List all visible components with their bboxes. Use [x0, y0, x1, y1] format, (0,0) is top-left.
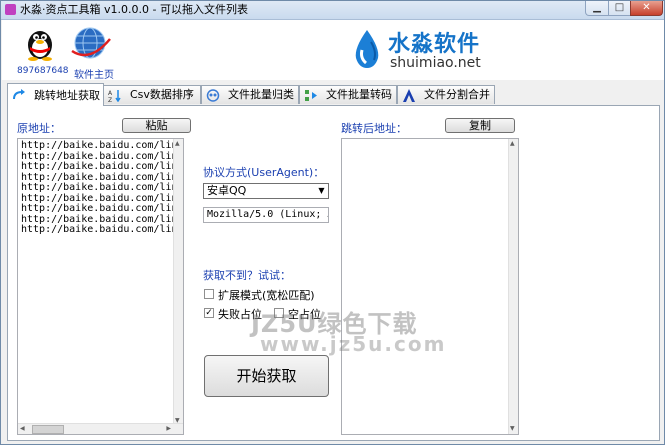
- tab-panel-redirect-fetch: 原地址： 粘贴 http://baike.baidu.com/link?u htt…: [7, 105, 660, 441]
- fail-placeholder-checkbox[interactable]: ✓: [204, 308, 214, 318]
- useragent-string-field[interactable]: Mozilla/5.0 (Linux; And: [203, 207, 329, 223]
- source-label: 原地址：: [17, 122, 61, 135]
- svg-text:A: A: [108, 90, 113, 97]
- tab-label: 文件批量归类: [228, 88, 294, 101]
- source-url-line: http://baike.baidu.com/link?u: [21, 224, 184, 235]
- source-vertical-scrollbar[interactable]: ▲ ▼: [173, 139, 183, 426]
- scroll-left-icon[interactable]: ◀: [20, 425, 25, 433]
- redirect-arrow-icon: [13, 89, 25, 100]
- scroll-up-icon[interactable]: ▲: [175, 140, 180, 148]
- tab-file-classify[interactable]: 文件批量归类: [201, 85, 299, 104]
- scroll-up-icon[interactable]: ▲: [510, 140, 515, 148]
- homepage-link[interactable]: 软件主页: [74, 66, 114, 81]
- copy-button[interactable]: 复制: [445, 118, 515, 133]
- source-url-textarea[interactable]: http://baike.baidu.com/link?u http://baik…: [17, 138, 184, 435]
- scroll-down-icon[interactable]: ▼: [510, 425, 515, 433]
- title-bar[interactable]: 水淼·资点工具箱 v1.0.0.0 - 可以拖入文件列表 ▁ □ ✕: [1, 1, 664, 20]
- svg-text:Z: Z: [108, 97, 112, 102]
- tab-label: 跳转地址获取: [34, 89, 100, 102]
- window-title: 水淼·资点工具箱 v1.0.0.0 - 可以拖入文件列表: [20, 3, 248, 16]
- fallback-label: 获取不到？试试：: [203, 269, 291, 282]
- target-url-textarea[interactable]: ▲ ▼: [341, 138, 519, 435]
- source-url-line: http://baike.baidu.com/link?u: [21, 182, 184, 193]
- app-window: 水淼·资点工具箱 v1.0.0.0 - 可以拖入文件列表 ▁ □ ✕ 89768…: [0, 0, 665, 445]
- tab-file-transcode[interactable]: 文件批量转码: [299, 85, 397, 104]
- app-icon: [5, 4, 16, 15]
- start-fetch-button[interactable]: 开始获取: [204, 355, 329, 397]
- tab-label: Csv数据排序: [130, 88, 194, 101]
- tab-csv-sort[interactable]: A Z Csv数据排序: [103, 85, 201, 104]
- globe-home-icon[interactable]: [68, 25, 114, 61]
- minimize-button[interactable]: ▁: [585, 1, 609, 16]
- transcode-icon: [305, 90, 317, 101]
- split-merge-icon: [403, 89, 415, 102]
- source-url-line: http://baike.baidu.com/link?u: [21, 140, 184, 151]
- source-horizontal-scrollbar[interactable]: ◀ ▶: [18, 423, 183, 434]
- brand-name: 水淼软件: [388, 32, 481, 57]
- source-url-line: http://baike.baidu.com/link?u: [21, 203, 184, 214]
- target-vertical-scrollbar[interactable]: ▲ ▼: [508, 139, 518, 434]
- brand-url: shuimiao.net: [390, 55, 481, 71]
- qq-penguin-icon[interactable]: [24, 25, 56, 61]
- useragent-selected-value: 安卓QQ: [207, 184, 247, 197]
- tab-file-split-merge[interactable]: 文件分割合并: [397, 85, 495, 104]
- maximize-button[interactable]: □: [608, 1, 631, 16]
- close-button[interactable]: ✕: [630, 1, 663, 16]
- extended-mode-checkbox[interactable]: [204, 289, 214, 299]
- useragent-string-value: Mozilla/5.0 (Linux; And: [207, 209, 328, 220]
- classify-icon: [206, 89, 220, 102]
- extended-mode-label[interactable]: 扩展模式(宽松匹配): [218, 287, 315, 303]
- source-url-lines: http://baike.baidu.com/link?u http://baik…: [21, 140, 184, 236]
- watermark-url: www.jz5u.com: [260, 332, 447, 356]
- dropdown-arrow-icon[interactable]: ▼: [315, 184, 328, 198]
- tab-label: 文件批量转码: [326, 88, 392, 101]
- horizontal-scroll-thumb[interactable]: [32, 425, 64, 434]
- water-drop-logo-icon: [355, 30, 379, 68]
- tab-strip: 跳转地址获取 A Z Csv数据排序 文件批量归类 文件批量转码 文件分割合并: [7, 83, 657, 106]
- qq-number-link[interactable]: 897687648: [17, 66, 69, 76]
- target-label: 跳转后地址：: [341, 122, 407, 135]
- tab-redirect-fetch[interactable]: 跳转地址获取: [7, 83, 104, 106]
- sort-az-icon: A Z: [108, 90, 121, 102]
- tab-label: 文件分割合并: [424, 88, 490, 101]
- useragent-select[interactable]: 安卓QQ ▼: [203, 183, 329, 199]
- source-url-line: http://baike.baidu.com/link?u: [21, 161, 184, 172]
- useragent-label: 协议方式(UserAgent)：: [203, 166, 325, 179]
- header-bar: 897687648 软件主页 水淼软件 shuimiao.net: [2, 20, 664, 81]
- paste-button[interactable]: 粘贴: [122, 118, 191, 133]
- scroll-right-icon[interactable]: ▶: [166, 425, 171, 433]
